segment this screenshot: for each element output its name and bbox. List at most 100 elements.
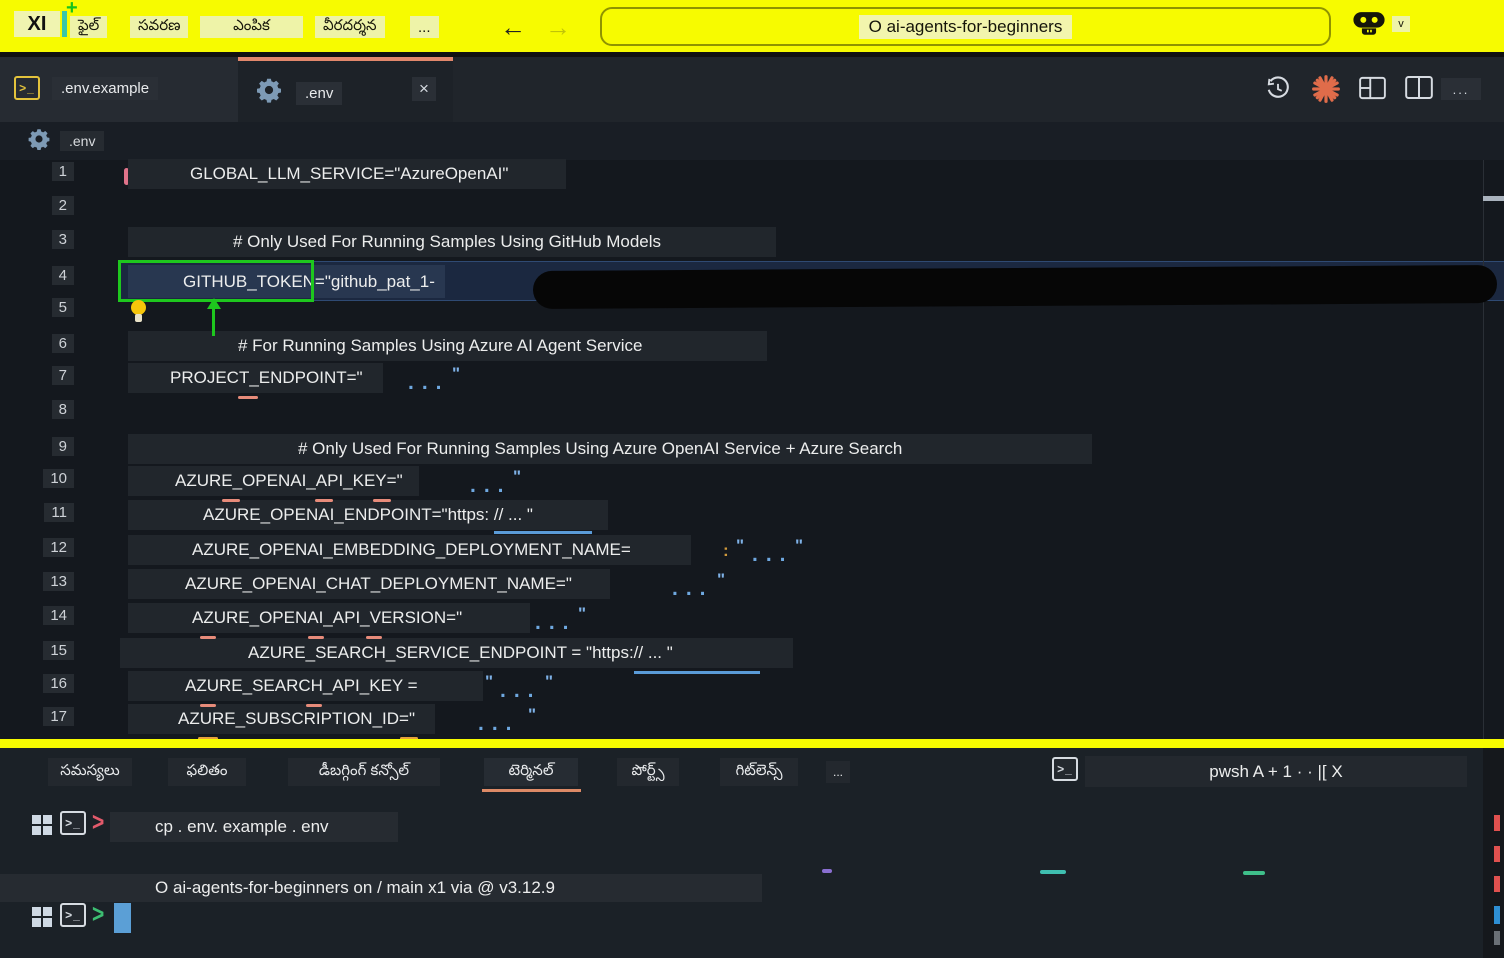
windows-logo-icon xyxy=(32,907,52,932)
line-number: 3 xyxy=(40,230,74,249)
timeline-history-icon[interactable] xyxy=(1264,74,1292,107)
string-quote: " xyxy=(578,604,587,623)
code-line[interactable]: AZURE_OPENAI_API_KEY=" xyxy=(128,466,419,496)
spell-squiggle xyxy=(366,636,382,639)
tab-env-label: .env xyxy=(296,82,343,105)
code-line[interactable]: # Only Used For Running Samples Using Gi… xyxy=(128,227,777,257)
line-number: 17 xyxy=(40,707,74,726)
string-quote: " xyxy=(485,672,494,691)
string-quote: " xyxy=(736,536,745,555)
gear-icon xyxy=(26,126,52,157)
panel-tab-ports[interactable]: పోర్ట్స్ xyxy=(617,758,679,786)
gear-icon xyxy=(254,75,284,110)
line-number: 6 xyxy=(40,334,74,353)
copilot-dropdown-caret[interactable]: v xyxy=(1392,16,1410,32)
line-number: 15 xyxy=(40,641,74,660)
code-line[interactable]: AZURE_SUBSCRIPTION_ID=" xyxy=(128,704,436,734)
code-line[interactable]: GLOBAL_LLM_SERVICE="AzureOpenAI" xyxy=(128,159,567,189)
title-bar: + XI ఫైల్ సవరణ ఎంపిక వీరదర్శన ... ← → O … xyxy=(0,0,1504,52)
close-icon[interactable]: × xyxy=(412,77,436,101)
spell-squiggle xyxy=(308,636,324,639)
line-number: 8 xyxy=(40,400,74,419)
back-arrow-icon[interactable]: ← xyxy=(500,12,526,43)
redaction-scribble xyxy=(532,265,1498,309)
code-line[interactable]: AZURE_SEARCH_SERVICE_ENDPOINT = "https:/… xyxy=(120,638,793,668)
string-quote: " xyxy=(717,570,726,589)
prompt-segment xyxy=(1040,870,1066,874)
line-number: 5 xyxy=(40,298,74,317)
command-center[interactable]: O ai-agents-for-beginners xyxy=(600,7,1331,46)
bottom-panel: సమస్యలు ఫలితం డీబగ్గింగ్ కన్సోల్ టెర్మిన… xyxy=(0,748,1504,958)
spell-squiggle xyxy=(315,499,333,502)
line-number: 2 xyxy=(40,196,74,215)
line-number: 9 xyxy=(40,437,74,456)
copilot-edits-starburst-icon[interactable] xyxy=(1311,74,1341,109)
prompt-segment xyxy=(822,869,832,873)
prompt-segment xyxy=(1243,871,1265,875)
spell-squiggle xyxy=(238,396,258,399)
hidden-value-dots: ... xyxy=(470,474,512,497)
panel-tab-problems[interactable]: సమస్యలు xyxy=(48,758,132,786)
code-line[interactable]: AZURE_OPENAI_CHAT_DEPLOYMENT_NAME=" xyxy=(128,569,610,599)
tab-env-example-label: .env.example xyxy=(52,77,159,100)
line-number: 4 xyxy=(40,266,74,285)
tab-env-example[interactable]: >_ .env.example xyxy=(0,57,238,122)
scrollbar-thumb[interactable] xyxy=(1483,196,1504,201)
menu-edit[interactable]: సవరణ xyxy=(130,16,189,38)
code-line[interactable]: AZURE_OPENAI_EMBEDDING_DEPLOYMENT_NAME= xyxy=(128,535,691,565)
powershell-icon: >_ xyxy=(60,811,86,835)
terminal-file-icon: >_ xyxy=(14,76,40,100)
menu-view[interactable]: వీరదర్శన xyxy=(315,16,385,38)
code-line[interactable]: # Only Used For Running Samples Using Az… xyxy=(128,434,1093,464)
panel-tab-terminal[interactable]: టెర్మినల్ xyxy=(484,758,578,786)
overview-mark-gray xyxy=(1494,931,1500,945)
string-quote: " xyxy=(545,672,554,691)
hidden-value-dots: ... xyxy=(500,679,542,702)
spell-squiggle xyxy=(222,499,240,502)
code-line[interactable]: PROJECT_ENDPOINT=" xyxy=(128,363,383,393)
menu-file[interactable]: ఫైల్ xyxy=(70,16,108,38)
terminal-shell-icon: >_ xyxy=(1052,757,1078,781)
panel-divider[interactable] xyxy=(0,739,1504,748)
line-number: 11 xyxy=(40,503,74,522)
vscode-window: + XI ఫైల్ సవరణ ఎంపిక వీరదర్శన ... ← → O … xyxy=(0,0,1504,958)
string-quote: " xyxy=(795,536,804,555)
terminal-command: cp . env. example . env xyxy=(110,812,398,842)
app-logo[interactable]: XI xyxy=(14,11,60,37)
scrollbar-track xyxy=(1483,160,1484,739)
spell-squiggle xyxy=(200,704,216,707)
line-number: 12 xyxy=(40,538,74,557)
line-number: 1 xyxy=(40,162,74,181)
powershell-icon: >_ xyxy=(60,903,86,927)
breadcrumb-file[interactable]: .env xyxy=(60,131,105,151)
hidden-value-dots: ... xyxy=(535,611,577,634)
code-line[interactable]: AZURE_SEARCH_API_KEY = xyxy=(128,671,483,701)
panel-tab-more[interactable]: ... xyxy=(826,761,850,783)
panel-tab-gitlens[interactable]: గిట్‌లెన్స్ xyxy=(720,758,798,786)
code-line[interactable]: AZURE_OPENAI_API_VERSION=" xyxy=(128,603,531,633)
spell-squiggle xyxy=(200,636,216,639)
string-quote: " xyxy=(528,705,537,724)
menu-selection[interactable]: ఎంపిక xyxy=(200,16,303,38)
logo-caret xyxy=(62,11,67,37)
prompt-chevron-red: > xyxy=(92,808,105,837)
overview-mark-blue xyxy=(1494,906,1500,924)
windows-logo-icon xyxy=(32,815,52,840)
line-number: 13 xyxy=(40,572,74,591)
colon-mark: : xyxy=(723,541,729,560)
command-center-label: O ai-agents-for-beginners xyxy=(858,14,1073,39)
hidden-value-dots: ... xyxy=(672,577,714,600)
panel-tab-output[interactable]: ఫలితం xyxy=(168,758,246,786)
copilot-icon[interactable] xyxy=(1352,9,1386,40)
terminal-header[interactable]: pwsh A + 1 · · |[ X xyxy=(1085,756,1467,787)
customize-layout-icon[interactable] xyxy=(1359,76,1386,105)
menu-more[interactable]: ... xyxy=(410,16,439,38)
split-editor-icon[interactable] xyxy=(1405,75,1433,105)
hidden-value-dots: ... xyxy=(752,543,794,566)
code-line[interactable]: AZURE_OPENAI_ENDPOINT="https: // ... " xyxy=(128,500,608,530)
code-line[interactable]: # For Running Samples Using Azure AI Age… xyxy=(128,331,768,361)
editor-more-actions[interactable]: ... xyxy=(1441,78,1481,100)
panel-tab-debug-console[interactable]: డీబగ్గింగ్ కన్సోల్ xyxy=(288,758,440,786)
forward-arrow-icon[interactable]: → xyxy=(545,12,571,43)
lightbulb-icon[interactable] xyxy=(131,300,146,315)
